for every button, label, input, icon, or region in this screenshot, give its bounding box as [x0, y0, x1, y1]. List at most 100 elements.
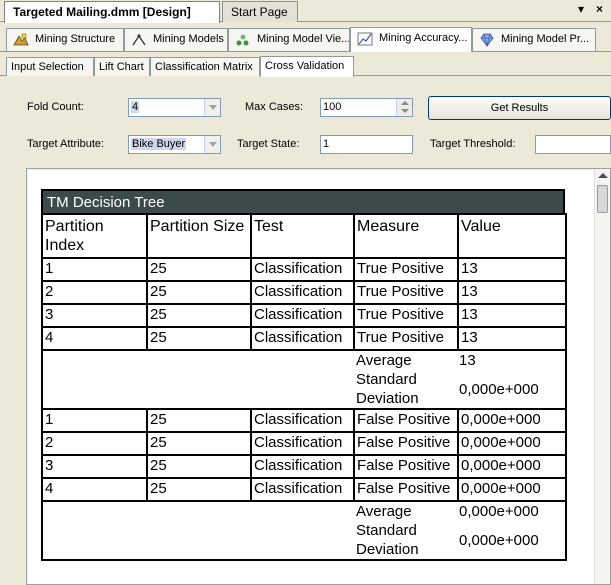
tab-label: Mining Model Pr... [501, 33, 590, 45]
vertical-scrollbar[interactable] [594, 169, 610, 584]
table-row: 3 25 Classification False Positive 0,000e+00… [41, 454, 567, 479]
cross-validation-parameters: Fold Count: 4 Max Cases: 100 Get Results… [10, 84, 611, 162]
tab-label: Mining Models [153, 33, 224, 45]
tab-lift-chart[interactable]: Lift Chart [94, 57, 150, 76]
table-cell: 25 [146, 431, 252, 456]
table-cell: False Positive [353, 454, 459, 479]
summary-row: Average 0,000e+000 Standard Deviation 0,000… [41, 500, 567, 561]
report-title: TM Decision Tree [41, 189, 565, 213]
average-row: Average 13 [354, 352, 564, 370]
models-icon [132, 34, 146, 46]
spin-up-icon[interactable] [401, 101, 409, 105]
table-cell: 25 [146, 326, 252, 351]
column-header: Partition Size [146, 213, 252, 259]
table-row: 2 25 Classification False Positive 0,000e+00… [41, 431, 567, 456]
column-header: Value [457, 213, 567, 259]
table-cell: 0,000e+000 [457, 408, 567, 433]
get-results-button[interactable]: Get Results [428, 96, 611, 120]
stddev-row: Standard Deviation 0,000e+000 [354, 521, 564, 558]
tab-cross-validation[interactable]: Cross Validation [260, 56, 354, 77]
target-attribute-value: Bike Buyer [131, 138, 187, 150]
target-state-label: Target State: [237, 138, 300, 150]
tab-input-selection[interactable]: Input Selection [6, 57, 94, 76]
tab-mining-model-viewer[interactable]: Mining Model Vie... [228, 28, 350, 51]
table-row: 3 25 Classification True Positive 13 [41, 303, 567, 328]
table-row: 4 25 Classification False Positive 0,000e+00… [41, 477, 567, 502]
doc-tab-start-page[interactable]: Start Page [222, 1, 298, 22]
summary-spacer [41, 500, 354, 561]
average-label: Average [356, 352, 412, 369]
table-cell: 25 [146, 303, 252, 328]
table-cell: False Positive [353, 408, 459, 433]
column-header: Test [250, 213, 355, 259]
tab-classification-matrix[interactable]: Classification Matrix [150, 57, 260, 76]
target-attribute-label: Target Attribute: [27, 138, 105, 150]
table-row: 1 25 Classification True Positive 13 [41, 257, 567, 282]
spin-buttons[interactable] [396, 99, 412, 116]
table-cell: 25 [146, 280, 252, 305]
doc-tab-targeted-mailing[interactable]: Targeted Mailing.dmm [Design] [4, 1, 220, 23]
tab-mining-structure[interactable]: Mining Structure [6, 28, 124, 51]
window-menu-icon[interactable]: ▾ [578, 2, 584, 16]
table-cell: True Positive [353, 303, 459, 328]
tab-mining-model-prediction[interactable]: Mining Model Pr... [472, 28, 596, 51]
table-cell: False Positive [353, 431, 459, 456]
table-cell: Classification [250, 431, 355, 456]
table-cell: 13 [457, 280, 567, 305]
table-cell: 25 [146, 477, 252, 502]
target-state-input[interactable]: 1 [320, 135, 413, 154]
max-cases-value: 100 [323, 101, 342, 113]
spin-down-icon[interactable] [401, 109, 409, 113]
table-cell: 0,000e+000 [457, 477, 567, 502]
cross-validation-report-viewer[interactable]: TM Decision Tree Partition Index Partitio… [26, 168, 611, 585]
target-attribute-combo[interactable]: Bike Buyer [128, 135, 221, 154]
table-cell: Classification [250, 454, 355, 479]
tab-label: Mining Structure [35, 33, 116, 45]
table-cell: True Positive [353, 280, 459, 305]
table-cell: True Positive [353, 257, 459, 282]
stddev-value: 0,000e+000 [459, 531, 539, 549]
table-cell: 25 [146, 408, 252, 433]
scroll-up-icon[interactable] [598, 173, 608, 178]
table-cell: 2 [41, 280, 148, 305]
table-cell: 13 [457, 257, 567, 282]
accuracy-chart-icon [357, 32, 373, 46]
tab-mining-accuracy-chart[interactable]: Mining Accuracy... [350, 27, 472, 52]
chevron-down-icon[interactable] [204, 99, 220, 116]
table-row: 4 25 Classification True Positive 13 [41, 326, 567, 351]
average-label: Average [356, 503, 412, 520]
fold-count-combo[interactable]: 4 [128, 98, 221, 117]
table-cell: 1 [41, 408, 148, 433]
table-cell: Classification [250, 477, 355, 502]
average-value: 0,000e+000 [459, 503, 539, 520]
summary-spacer [41, 349, 354, 410]
scroll-thumb[interactable] [597, 185, 608, 213]
viewer-icon [236, 34, 249, 46]
table-row: 1 25 Classification False Positive 0,000e+00… [41, 408, 567, 433]
table-cell: 0,000e+000 [457, 454, 567, 479]
accuracy-view-tabs: Input Selection Lift Chart Classificatio… [0, 56, 611, 77]
target-threshold-input[interactable] [535, 135, 611, 154]
average-value: 13 [459, 352, 476, 369]
max-cases-label: Max Cases: [245, 101, 304, 113]
stddev-row: Standard Deviation 0,000e+000 [354, 370, 564, 407]
column-header: Partition Index [41, 213, 148, 259]
table-cell: 3 [41, 454, 148, 479]
table-cell: 4 [41, 477, 148, 502]
tab-mining-models[interactable]: Mining Models [124, 28, 228, 51]
table-row: 2 25 Classification True Positive 13 [41, 280, 567, 305]
table-cell: False Positive [353, 477, 459, 502]
max-cases-spinner[interactable]: 100 [320, 98, 413, 117]
tab-label: Mining Accuracy... [379, 32, 468, 44]
table-cell: True Positive [353, 326, 459, 351]
summary-statistics: Average 13 Standard Deviation 0,000e+000 [354, 349, 567, 410]
cross-validation-results-table: Partition Index Partition Size Test Measure… [41, 213, 567, 561]
close-icon[interactable]: × [596, 2, 603, 16]
summary-block: Average 13 Standard Deviation 0,000e+000 [354, 352, 564, 407]
fold-count-value: 4 [131, 101, 140, 113]
prediction-gem-icon [480, 33, 494, 47]
table-cell: 4 [41, 326, 148, 351]
table-cell: 25 [146, 454, 252, 479]
chevron-down-icon[interactable] [204, 136, 220, 153]
fold-count-label: Fold Count: [27, 101, 84, 113]
